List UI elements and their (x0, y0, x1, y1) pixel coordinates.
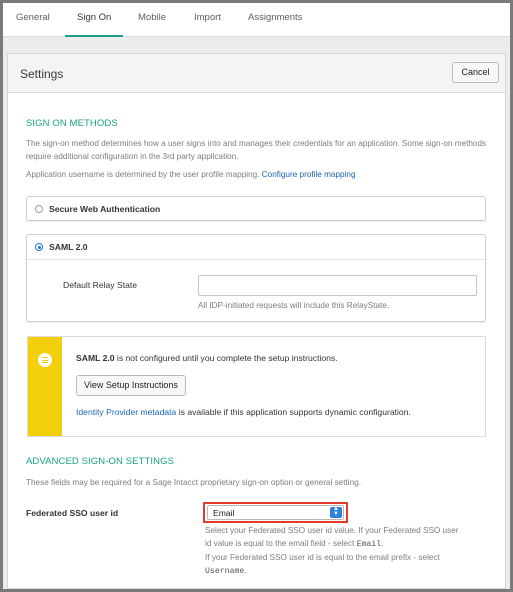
configure-profile-mapping-link[interactable]: Configure profile mapping (262, 170, 356, 179)
tab-import[interactable]: Import (194, 12, 221, 37)
relay-state-input[interactable] (198, 275, 477, 296)
federated-sso-select[interactable]: Email ▲ ▼ (207, 505, 344, 520)
tab-sign-on[interactable]: Sign On (64, 12, 124, 37)
list-icon (38, 353, 52, 367)
notice-bar (28, 337, 62, 436)
relay-state-label: Default Relay State (63, 280, 138, 290)
help-line-1: Select your Federated SSO user id value.… (205, 526, 459, 535)
username-note: Application username is determined by th… (26, 168, 488, 181)
sign-on-methods-heading: SIGN ON METHODS (26, 118, 118, 129)
federated-sso-help: Select your Federated SSO user id value.… (205, 524, 495, 578)
option-saml-header[interactable]: SAML 2.0 (27, 235, 485, 260)
view-setup-instructions-button[interactable]: View Setup Instructions (76, 375, 186, 396)
tab-assignments[interactable]: Assignments (248, 12, 302, 37)
relay-state-help: All IDP-initiated requests will include … (198, 301, 390, 310)
advanced-heading: ADVANCED SIGN-ON SETTINGS (26, 456, 175, 467)
username-code: Username (205, 567, 245, 576)
federated-sso-label: Federated SSO user id (26, 508, 119, 518)
help-line-4: Username. (205, 566, 247, 576)
advanced-description: These fields may be required for a Sage … (26, 478, 361, 487)
option-saml-label: SAML 2.0 (49, 242, 88, 252)
select-arrows-icon: ▲ ▼ (330, 506, 342, 518)
metadata-line: Identity Provider metadata is available … (76, 407, 476, 417)
tab-bar: General Sign On Mobile Import Assignment… (3, 3, 510, 37)
notice-strong: SAML 2.0 (76, 353, 115, 363)
metadata-text: is available if this application support… (178, 407, 411, 417)
notice-message: is not configured until you complete the… (116, 353, 338, 363)
settings-header: Settings Cancel (8, 54, 505, 93)
setup-notice: SAML 2.0 is not configured until you com… (27, 336, 486, 437)
identity-provider-metadata-link[interactable]: Identity Provider metadata (76, 407, 176, 417)
option-saml-box: SAML 2.0 Default Relay State All IDP-ini… (26, 234, 486, 322)
option-swa-label: Secure Web Authentication (49, 204, 161, 214)
help-line-2: id value is equal to the email field - s… (205, 539, 384, 549)
radio-swa[interactable] (35, 205, 43, 213)
tab-general[interactable]: General (16, 12, 50, 37)
username-note-text: Application username is determined by th… (26, 170, 260, 179)
sign-on-methods-description: The sign-on method determines how a user… (26, 139, 487, 161)
federated-sso-value: Email (213, 508, 235, 518)
cancel-button[interactable]: Cancel (452, 62, 499, 83)
notice-text: SAML 2.0 is not configured until you com… (76, 353, 476, 363)
help-line-3: If your Federated SSO user id is equal t… (205, 553, 440, 562)
option-swa-box[interactable]: Secure Web Authentication (26, 196, 486, 221)
email-code: Email (356, 540, 382, 549)
tab-mobile[interactable]: Mobile (138, 12, 166, 37)
settings-title: Settings (20, 67, 64, 81)
radio-saml[interactable] (35, 243, 43, 251)
